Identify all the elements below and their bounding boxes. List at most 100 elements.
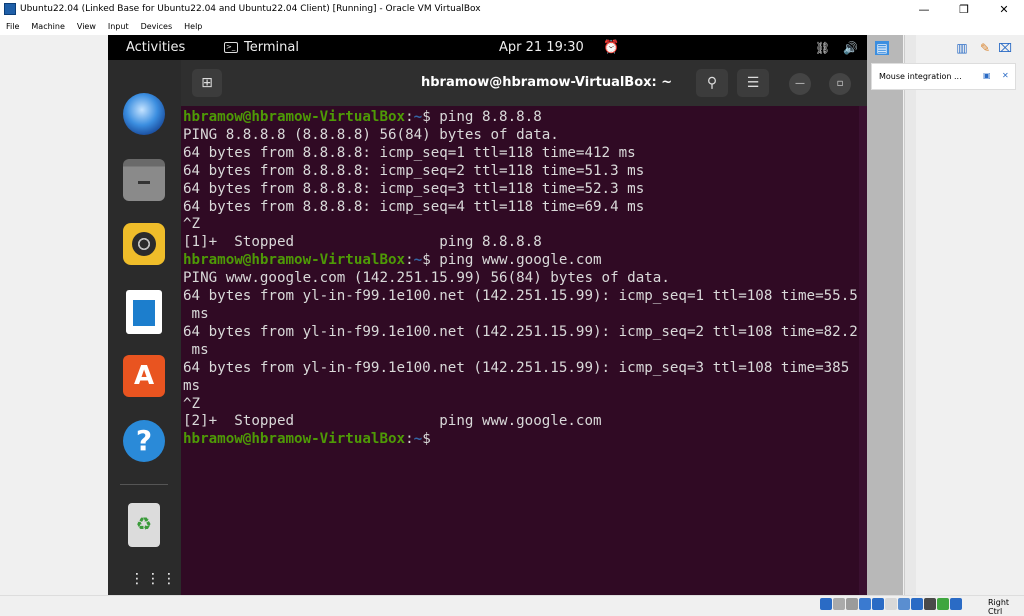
menu-devices[interactable]: Devices	[135, 22, 179, 31]
menu-help[interactable]: Help	[178, 22, 208, 31]
terminal-output[interactable]: hbramow@hbramow-VirtualBox:~$ ping 8.8.8…	[181, 106, 867, 595]
cpu-icon[interactable]	[924, 598, 936, 610]
activities-button[interactable]: Activities	[126, 40, 185, 55]
host-menubar: File Machine View Input Devices Help	[0, 18, 1024, 35]
terminal-icon: >_	[224, 42, 238, 53]
prompt-user: hbramow@hbramow-VirtualBox	[183, 431, 406, 448]
vm-margin	[0, 35, 108, 595]
optical-icon[interactable]	[833, 598, 845, 610]
ubuntu-dock: A ? ♻ ⋮⋮⋮	[108, 60, 181, 595]
terminal-line: [1]+ Stopped ping 8.8.8.8	[183, 234, 858, 252]
terminal-line: PING www.google.com (142.251.15.99) 56(8…	[183, 270, 858, 288]
volume-icon[interactable]: 🔊	[843, 41, 858, 55]
notification-close-icon[interactable]: ✕	[1002, 71, 1012, 81]
prompt-path: ~	[413, 109, 423, 125]
window-title: Ubuntu22.04 (Linked Base for Ubuntu22.04…	[20, 4, 481, 14]
terminal-line: 64 bytes from 8.8.8.8: icmp_seq=2 ttl=11…	[183, 163, 858, 181]
prompt-user: hbramow@hbramow-VirtualBox	[183, 109, 406, 125]
terminal-line: hbramow@hbramow-VirtualBox:~$ ping www.g…	[183, 252, 602, 269]
terminal-line: ms	[183, 342, 858, 360]
menu-machine[interactable]: Machine	[25, 22, 71, 31]
keyboard-icon[interactable]	[950, 598, 962, 610]
terminal-line: [2]+ Stopped ping www.google.com	[183, 413, 858, 431]
terminal-line: 64 bytes from 8.8.8.8: icmp_seq=4 ttl=11…	[183, 199, 858, 217]
host-key-label: Right Ctrl	[988, 598, 1010, 616]
app-menu-terminal[interactable]: >_ Terminal	[224, 40, 299, 55]
app-name: Terminal	[244, 40, 299, 55]
trash-icon[interactable]: ♻	[128, 503, 160, 547]
new-tab-button[interactable]: ⊞	[192, 69, 222, 97]
terminal-line: 64 bytes from yl-in-f99.1e100.net (142.2…	[183, 288, 858, 306]
vm-scrollbar[interactable]	[904, 35, 916, 595]
usb-icon[interactable]	[872, 598, 884, 610]
prompt-path: ~	[413, 431, 423, 448]
alarm-icon: ⏰	[603, 40, 620, 55]
vm-scroll-track	[867, 35, 903, 595]
line-text: 64 bytes from 8.8.8.8: icmp_seq=2 ttl=11…	[183, 162, 645, 179]
mouse-integration-notification: Mouse integration ... ▣ ✕	[871, 63, 1016, 90]
audio-icon[interactable]	[846, 598, 858, 610]
vm-settings-icon[interactable]: ▥	[955, 41, 969, 55]
line-text: [2]+ Stopped ping www.google.com	[183, 413, 602, 430]
minimize-window-button[interactable]: —	[789, 73, 811, 95]
terminal-scrollbar[interactable]	[859, 106, 867, 595]
clock[interactable]: Apr 21 19:30	[499, 40, 584, 55]
rhythmbox-icon[interactable]	[123, 223, 165, 265]
hdd-icon[interactable]	[820, 598, 832, 610]
vm-snapshot-icon[interactable]: ✎	[978, 41, 992, 55]
libreoffice-writer-icon[interactable]	[126, 290, 162, 334]
vbox-statusbar: Right Ctrl	[0, 595, 1024, 616]
line-text: ms	[183, 305, 209, 322]
prompt-path: ~	[413, 252, 423, 269]
menu-file[interactable]: File	[0, 22, 25, 31]
display-icon[interactable]	[898, 598, 910, 610]
terminal-title: hbramow@hbramow-VirtualBox: ~	[421, 75, 673, 90]
thunderbird-icon[interactable]	[123, 93, 165, 135]
line-text: PING www.google.com (142.251.15.99) 56(8…	[183, 270, 670, 287]
notification-info-icon[interactable]: ▣	[983, 71, 993, 81]
show-apps-icon[interactable]: ⋮⋮⋮	[130, 572, 176, 594]
recording-icon[interactable]	[911, 598, 923, 610]
network-icon[interactable]: ⛓	[815, 41, 830, 55]
mouse-icon[interactable]	[937, 598, 949, 610]
shared-folder-icon[interactable]	[885, 598, 897, 610]
terminal-line: hbramow@hbramow-VirtualBox:~$	[183, 431, 431, 448]
minimize-button[interactable]: —	[904, 0, 944, 18]
line-text: PING 8.8.8.8 (8.8.8.8) 56(84) bytes of d…	[183, 126, 559, 143]
line-text: 64 bytes from 8.8.8.8: icmp_seq=4 ttl=11…	[183, 198, 645, 215]
search-button[interactable]: ⚲	[696, 69, 728, 97]
terminal-line: hbramow@hbramow-VirtualBox:~$ ping 8.8.8…	[183, 109, 542, 125]
terminal-line: 64 bytes from yl-in-f99.1e100.net (142.2…	[183, 324, 858, 342]
vbox-side-panel: ▤ ▥ ✎ ⌧	[867, 35, 1024, 595]
vm-close-icon[interactable]: ⌧	[998, 41, 1012, 55]
maximize-window-button[interactable]: ▫	[829, 73, 851, 95]
line-text: $ ping www.google.com	[422, 252, 602, 269]
line-text: ms	[183, 341, 209, 358]
ubuntu-software-icon[interactable]: A	[123, 355, 165, 397]
menu-button[interactable]: ☰	[737, 69, 769, 97]
terminal-headerbar: ⊞ hbramow@hbramow-VirtualBox: ~ ⚲ ☰ — ▫	[181, 60, 867, 106]
vm-info-icon[interactable]: ▤	[875, 41, 889, 55]
prompt-user: hbramow@hbramow-VirtualBox	[183, 252, 406, 269]
menu-view[interactable]: View	[71, 22, 102, 31]
line-text: ^Z	[183, 216, 201, 233]
gnome-topbar: Activities >_ Terminal Apr 21 19:30 ⏰ ⛓ …	[108, 35, 867, 60]
statusbar-device-icons	[820, 598, 962, 610]
network-status-icon[interactable]	[859, 598, 871, 610]
notification-text: Mouse integration ...	[879, 72, 962, 81]
line-text: ms	[183, 377, 201, 394]
line-text: 64 bytes from yl-in-f99.1e100.net (142.2…	[183, 323, 858, 340]
terminal-line: 64 bytes from 8.8.8.8: icmp_seq=3 ttl=11…	[183, 181, 858, 199]
line-text: 64 bytes from 8.8.8.8: icmp_seq=1 ttl=11…	[183, 144, 636, 161]
menu-input[interactable]: Input	[102, 22, 135, 31]
terminal-line: ms	[183, 378, 858, 396]
close-button[interactable]: ✕	[984, 0, 1024, 18]
terminal-line: ^Z	[183, 396, 858, 414]
line-text: 64 bytes from yl-in-f99.1e100.net (142.2…	[183, 288, 858, 305]
help-icon[interactable]: ?	[123, 420, 165, 462]
terminal-line: ms	[183, 306, 858, 324]
restore-button[interactable]: ❐	[944, 0, 984, 18]
files-icon[interactable]	[123, 159, 165, 201]
dock-separator	[120, 484, 168, 485]
terminal-line: ^Z	[183, 216, 858, 234]
